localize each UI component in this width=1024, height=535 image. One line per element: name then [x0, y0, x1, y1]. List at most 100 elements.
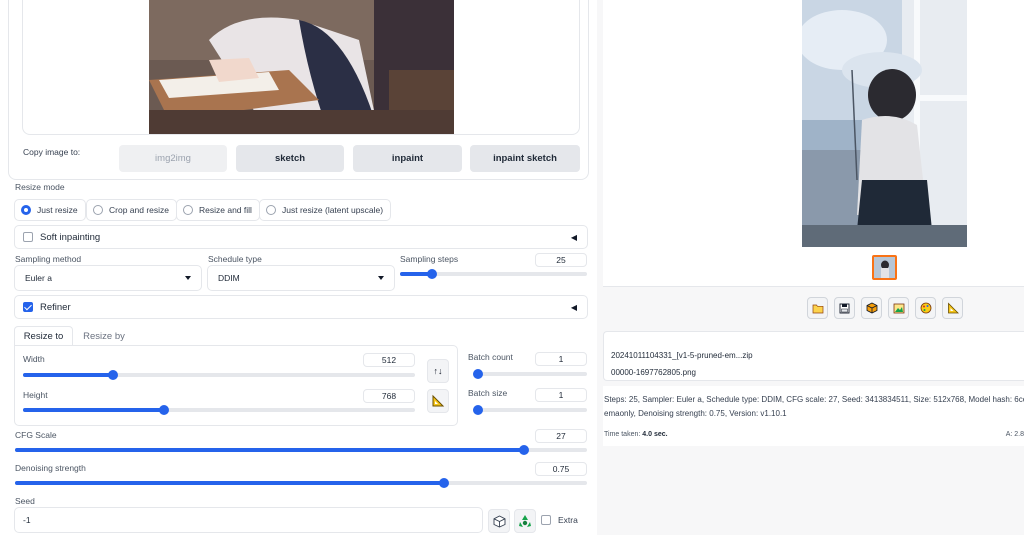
- size-tabs: Resize to Resize by: [14, 326, 294, 346]
- resize-mode-just-resize[interactable]: Just resize: [14, 199, 86, 221]
- denoising-strength-label: Denoising strength: [15, 463, 86, 473]
- radio-label: Just resize: [37, 205, 78, 215]
- gallery-thumbnail-selected[interactable]: [872, 255, 897, 280]
- schedule-type-label: Schedule type: [208, 254, 262, 264]
- time-taken-label: Time taken:: [604, 431, 641, 438]
- batch-count-label: Batch count: [468, 352, 513, 362]
- reuse-seed-button[interactable]: [514, 509, 536, 533]
- radio-selected: [21, 205, 31, 215]
- cfg-scale-input[interactable]: 27: [535, 429, 587, 443]
- batch-size-label: Batch size: [468, 388, 508, 398]
- output-gallery: [603, 0, 1024, 287]
- time-taken: Time taken: 4.0 sec.: [604, 431, 668, 438]
- sampling-steps-label: Sampling steps: [400, 254, 459, 264]
- swap-icon: ↑↓: [433, 366, 443, 376]
- send-to-extras-icon: [947, 302, 959, 314]
- folder-icon: [812, 304, 823, 313]
- radio: [266, 205, 276, 215]
- radio: [93, 205, 103, 215]
- extra-checkbox[interactable]: [541, 515, 551, 525]
- resize-mode-resize-and-fill[interactable]: Resize and fill: [176, 199, 260, 221]
- batch-size-input[interactable]: 1: [535, 388, 587, 402]
- refiner-accordion[interactable]: Refiner ◀: [14, 295, 588, 319]
- recycle-icon: [519, 515, 531, 527]
- copy-to-img2img-button[interactable]: img2img: [119, 145, 227, 172]
- time-taken-value: 4.0 sec.: [642, 431, 668, 438]
- collapse-triangle-icon[interactable]: ◀: [571, 303, 577, 312]
- aspect-ratio-button[interactable]: [427, 389, 449, 413]
- schedule-type-value: DDIM: [218, 273, 240, 283]
- height-input[interactable]: 768: [363, 389, 415, 403]
- radio: [183, 205, 193, 215]
- swap-dimensions-button[interactable]: ↑↓: [427, 359, 449, 383]
- cfg-scale-slider[interactable]: [15, 445, 587, 455]
- extra-seed-option[interactable]: Extra: [541, 515, 578, 525]
- zip-button[interactable]: [861, 297, 882, 319]
- tab-resize-by[interactable]: Resize by: [74, 326, 134, 346]
- sampling-steps-input[interactable]: 25: [535, 253, 587, 267]
- cfg-scale-label: CFG Scale: [15, 430, 57, 440]
- file-link-png[interactable]: 00000-1697762805.png: [611, 368, 696, 377]
- resize-mode-crop-and-resize[interactable]: Crop and resize: [86, 199, 178, 221]
- output-image[interactable]: [802, 0, 967, 247]
- send-to-inpaint-button[interactable]: [915, 297, 936, 319]
- soft-inpainting-label: Soft inpainting: [40, 231, 101, 243]
- collapse-triangle-icon[interactable]: ◀: [571, 233, 577, 242]
- width-input[interactable]: 512: [363, 353, 415, 367]
- send-to-extras-button[interactable]: [942, 297, 963, 319]
- sampling-steps-slider[interactable]: [400, 269, 587, 279]
- soft-inpainting-accordion[interactable]: Soft inpainting ◀: [14, 225, 588, 249]
- vram-usage: A: 2.8: [1005, 431, 1024, 438]
- tab-resize-to[interactable]: Resize to: [14, 326, 73, 346]
- slider-thumb[interactable]: [473, 369, 483, 379]
- copy-to-sketch-button[interactable]: sketch: [236, 145, 344, 172]
- app-root: Copy image to: img2img sketch inpaint in…: [0, 0, 1024, 535]
- radio-label: Crop and resize: [109, 205, 170, 215]
- copy-to-inpaint-button[interactable]: inpaint: [353, 145, 462, 172]
- sampling-method-dropdown[interactable]: Euler a: [14, 265, 202, 291]
- batch-count-input[interactable]: 1: [535, 352, 587, 366]
- dice-icon: [493, 514, 505, 527]
- resize-mode-label: Resize mode: [15, 182, 65, 192]
- random-seed-button[interactable]: [488, 509, 510, 533]
- slider-thumb[interactable]: [473, 405, 483, 415]
- denoising-strength-input[interactable]: 0.75: [535, 462, 587, 476]
- send-to-img2img-button[interactable]: [888, 297, 909, 319]
- height-label: Height: [23, 390, 48, 400]
- refiner-checkbox[interactable]: [23, 302, 33, 312]
- slider-fill: [23, 373, 114, 377]
- seed-input[interactable]: -1: [14, 507, 483, 533]
- radio-label: Just resize (latent upscale): [282, 205, 384, 215]
- settings-panel: Copy image to: img2img sketch inpaint in…: [0, 0, 597, 535]
- width-label: Width: [23, 354, 45, 364]
- refiner-label: Refiner: [40, 301, 71, 313]
- send-to-inpaint-icon: [920, 302, 931, 314]
- file-link-zip[interactable]: 20241011104331_[v1-5-pruned-em...zip: [611, 351, 753, 360]
- generation-info-line-2: emaonly, Denoising strength: 0.75, Versi…: [604, 409, 787, 418]
- input-image-area[interactable]: [22, 0, 580, 135]
- resize-mode-latent-upscale[interactable]: Just resize (latent upscale): [259, 199, 392, 221]
- ruler-triangle-icon: [432, 394, 445, 407]
- zip-icon: [866, 302, 877, 314]
- batch-count-slider[interactable]: [473, 369, 587, 379]
- slider-thumb[interactable]: [426, 269, 437, 279]
- height-slider[interactable]: [23, 405, 415, 415]
- slider-fill: [15, 481, 444, 485]
- chevron-down-icon: [185, 276, 191, 280]
- output-files: 20241011104331_[v1-5-pruned-em...zip 000…: [603, 331, 1024, 381]
- copy-image-label: Copy image to:: [23, 147, 81, 157]
- save-button[interactable]: [834, 297, 855, 319]
- open-folder-button[interactable]: [807, 297, 828, 319]
- slider-fill: [23, 408, 165, 412]
- denoising-strength-slider[interactable]: [15, 478, 587, 488]
- schedule-type-dropdown[interactable]: DDIM: [207, 265, 395, 291]
- batch-size-slider[interactable]: [473, 405, 587, 415]
- soft-inpainting-checkbox[interactable]: [23, 232, 33, 242]
- copy-to-inpaint-sketch-button[interactable]: inpaint sketch: [470, 145, 580, 172]
- slider-fill: [15, 448, 525, 452]
- sampling-method-value: Euler a: [25, 273, 52, 283]
- slider-thumb[interactable]: [519, 445, 530, 455]
- slider-thumb[interactable]: [439, 478, 449, 488]
- save-icon: [839, 303, 850, 313]
- width-slider[interactable]: [23, 370, 415, 380]
